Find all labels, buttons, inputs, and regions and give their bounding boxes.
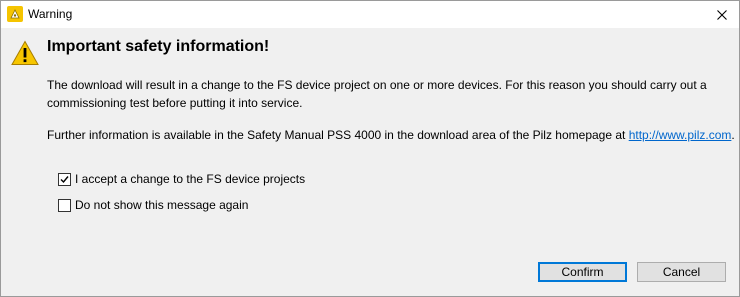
close-button[interactable] <box>705 1 739 28</box>
warning-triangle-icon <box>11 40 39 65</box>
manual-paragraph: Further information is available in the … <box>47 126 737 144</box>
do-not-show-checkbox-row[interactable]: Do not show this message again <box>58 197 248 213</box>
info-paragraph: The download will result in a change to … <box>47 78 707 110</box>
warning-dialog: Warning Important safety information! Th… <box>0 0 740 297</box>
dialog-content: Important safety information! The downlo… <box>1 28 739 296</box>
confirm-button[interactable]: Confirm <box>538 262 627 282</box>
manual-text-end: . <box>731 128 735 142</box>
manual-text: Further information is available in the … <box>47 128 629 142</box>
window-title: Warning <box>28 7 73 21</box>
accept-change-checkbox-row[interactable]: I accept a change to the FS device proje… <box>58 171 305 187</box>
accept-change-checkbox[interactable] <box>58 172 71 186</box>
close-icon <box>717 9 727 20</box>
checkmark-icon <box>60 175 69 183</box>
dialog-heading: Important safety information! <box>47 38 270 55</box>
do-not-show-label: Do not show this message again <box>75 198 249 212</box>
do-not-show-checkbox[interactable] <box>58 198 71 212</box>
title-bar: Warning <box>1 1 739 28</box>
accept-change-label: I accept a change to the FS device proje… <box>75 172 306 186</box>
pilz-homepage-link[interactable]: http://www.pilz.com <box>629 128 732 142</box>
pilz-app-icon <box>7 6 23 22</box>
cancel-button[interactable]: Cancel <box>637 262 726 282</box>
